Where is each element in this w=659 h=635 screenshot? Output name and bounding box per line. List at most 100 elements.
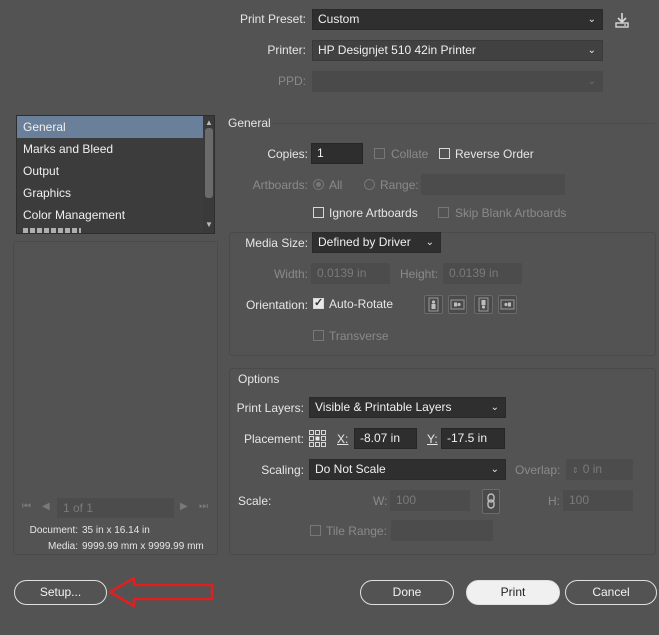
list-item-output[interactable]: Output [17,160,203,182]
cancel-button[interactable]: Cancel [565,580,657,605]
overlap-stepper-icon: ⇕ [572,466,579,475]
width-field: 0.0139 in [311,263,390,284]
range-radio [364,179,375,190]
y-label: Y: [427,432,438,446]
x-field[interactable]: -8.07 in [354,428,417,449]
chevron-down-icon: ⌄ [490,464,499,475]
range-field [421,174,565,195]
width-label: Width: [273,267,308,281]
chevron-down-icon: ⌄ [425,237,434,248]
ignore-artboards-label: Ignore Artboards [329,206,418,220]
width-value: 0.0139 in [317,266,367,280]
scaling-value: Do Not Scale [315,462,386,476]
media-size-value: Defined by Driver [318,235,411,249]
page-nav-value: 1 of 1 [63,501,94,515]
copies-label: Copies: [267,147,308,161]
media-size-label: Media Size: [245,236,308,250]
setup-button[interactable]: Setup... [14,580,107,605]
category-list: General Marks and Bleed Output Graphics … [16,115,215,234]
scroll-down-icon[interactable]: ▼ [205,220,213,229]
skip-blank-checkbox [438,207,449,218]
copies-value: 1 [317,146,324,160]
scroll-up-icon[interactable]: ▲ [205,118,213,127]
tile-range-field [391,520,493,541]
y-field[interactable]: -17.5 in [441,428,505,449]
printer-select[interactable]: HP Designjet 510 42in Printer ⌄ [312,40,603,61]
x-value: -8.07 in [360,431,401,445]
media-value: 9999.99 mm x 9999.99 mm [82,541,204,552]
collate-checkbox [374,148,385,159]
link-icon [482,489,500,514]
artboards-label: Artboards: [252,178,308,192]
placement-label: Placement: [243,432,304,446]
print-layers-select[interactable]: Visible & Printable Layers ⌄ [309,397,506,418]
general-divider [272,123,655,124]
first-page-icon[interactable]: ⏮ [22,501,31,512]
print-preset-value: Custom [318,12,360,26]
collate-label: Collate [391,147,429,161]
list-item-graphics[interactable]: Graphics [17,182,203,204]
transverse-label: Transverse [329,329,389,343]
x-label: X: [337,432,349,446]
next-page-icon[interactable]: ▶ [180,501,188,512]
page-nav-field[interactable]: 1 of 1 [57,498,174,518]
portrait-icon[interactable] [424,295,443,314]
print-layers-label: Print Layers: [236,401,304,415]
last-page-icon[interactable]: ⏭ [199,501,208,512]
prev-page-icon[interactable]: ◀ [42,501,50,512]
h-value: 100 [569,493,590,507]
all-radio [313,179,324,190]
all-label: All [329,178,343,192]
ppd-select: ⌄ [312,71,603,92]
list-item-general[interactable]: General [17,116,203,138]
placement-grid-icon[interactable] [308,429,327,448]
copies-field[interactable]: 1 [311,143,363,164]
orientation-label: Orientation: [245,298,308,312]
options-section-title: Options [238,372,280,386]
media-size-select[interactable]: Defined by Driver ⌄ [312,232,441,253]
ignore-artboards-checkbox[interactable] [313,207,324,218]
document-value: 35 in x 16.14 in [82,525,150,536]
list-item-color-management[interactable]: Color Management [17,204,203,226]
tile-range-checkbox [310,525,321,536]
auto-rotate-checkbox[interactable] [313,296,324,309]
h-field: 100 [563,490,633,511]
reverse-order-label: Reverse Order [455,147,534,161]
printer-label: Printer: [267,43,306,57]
w-field: 100 [390,490,470,511]
transverse-checkbox [313,330,324,341]
overlap-field: ⇕ 0 in [566,459,633,480]
height-field: 0.0139 in [443,263,522,284]
printer-value: HP Designjet 510 42in Printer [318,43,476,57]
scroll-thumb[interactable] [205,128,213,198]
w-label: W: [373,494,388,508]
skip-blank-label: Skip Blank Artboards [455,206,567,220]
landscape-flipped-icon[interactable] [498,295,517,314]
y-value: -17.5 in [447,431,488,445]
list-scrollbar[interactable]: ▲ ▼ [203,116,214,233]
scaling-select[interactable]: Do Not Scale ⌄ [309,459,506,480]
landscape-icon[interactable] [448,295,467,314]
chevron-down-icon: ⌄ [490,402,499,413]
print-button[interactable]: Print [466,580,560,605]
reverse-order-checkbox[interactable] [439,148,450,159]
portrait-flipped-icon[interactable] [474,295,493,314]
save-preset-icon[interactable] [613,11,631,29]
h-label: H: [548,494,560,508]
done-button[interactable]: Done [360,580,454,605]
range-label: Range: [380,178,419,192]
chevron-down-icon: ⌄ [587,14,596,25]
annotation-arrow [108,574,216,610]
print-layers-value: Visible & Printable Layers [315,400,452,414]
overlap-label: Overlap: [515,463,561,477]
print-preset-select[interactable]: Custom ⌄ [312,9,603,30]
tile-range-label: Tile Range: [326,524,387,538]
w-value: 100 [396,493,417,507]
auto-rotate-label: Auto-Rotate [329,297,394,311]
list-item-marks-and-bleed[interactable]: Marks and Bleed [17,138,203,160]
chevron-down-icon: ⌄ [587,76,596,87]
height-value: 0.0139 in [449,266,499,280]
scale-label: Scale: [238,494,272,508]
ppd-label: PPD: [277,74,306,88]
chevron-down-icon: ⌄ [587,45,596,56]
